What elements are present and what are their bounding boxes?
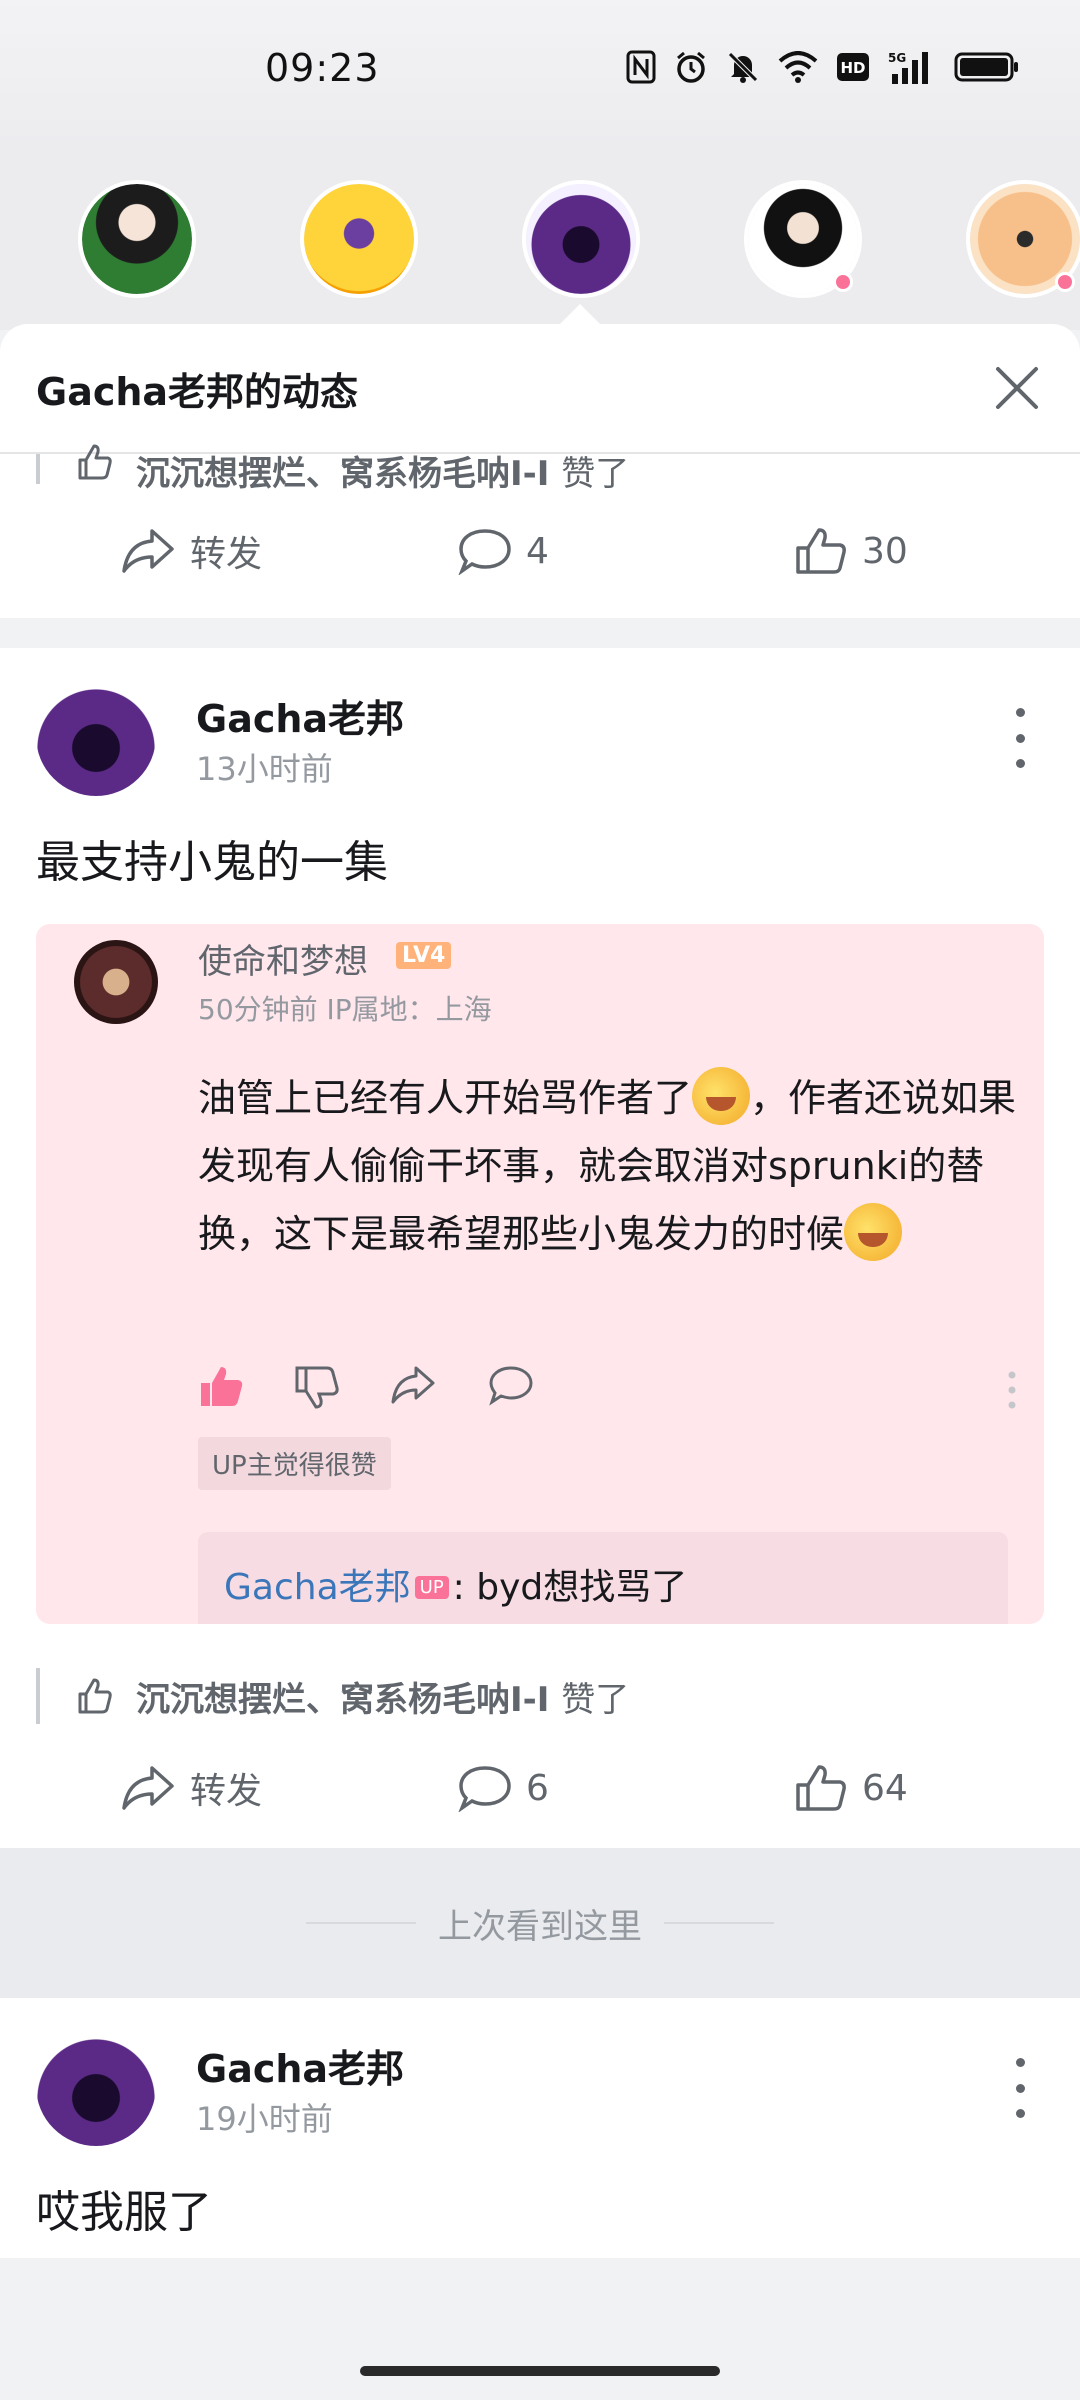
close-button[interactable] [990,361,1044,415]
thumb-up-filled-icon [201,1367,243,1406]
nfc-icon [626,50,656,88]
author-avatar[interactable] [36,676,156,796]
divider-line [306,1922,416,1924]
hd-icon: HD [836,52,870,86]
like-button[interactable]: 30 [794,526,908,576]
svg-text:HD: HD [840,59,865,77]
liked-by-line: 沉沉想摆烂、窝系杨毛呐I-I 赞了 [0,444,1080,494]
comment-icon [458,529,511,575]
following-avatar-2[interactable] [300,180,418,298]
post-time: 19小时前 [196,2100,333,2138]
up-badge: UP [414,1576,449,1599]
liked-by-line: 沉沉想摆烂、窝系杨毛呐I-I 赞了 [0,1664,1080,1728]
more-options-button[interactable] [1010,2058,1030,2118]
comment-button[interactable]: 4 [458,527,549,575]
wifi-icon [778,51,818,87]
post-card[interactable]: Gacha老邦 13小时前 最支持小鬼的一集 使命和梦想 LV4 50分钟前 I… [0,648,1080,1848]
comment-icon [489,1366,533,1406]
divider-line [664,1922,774,1924]
like-button[interactable]: 64 [794,1763,908,1813]
comment-button[interactable]: 6 [458,1764,549,1812]
up-liked-tag: UP主觉得很赞 [198,1437,391,1490]
quoted-comment[interactable]: 使命和梦想 LV4 50分钟前 IP属地：上海 油管上已经有人开始骂作者了 ，作者… [36,924,1044,1624]
emoji-icon [692,1067,751,1125]
last-seen-divider: 上次看到这里 [0,1848,1080,1998]
thumb-up-icon [78,1678,112,1714]
thumb-up-icon [796,528,846,574]
action-row: 转发 4 30 [0,484,1080,618]
commenter-name[interactable]: 使命和梦想 [198,934,368,983]
author-avatar[interactable] [36,2026,156,2146]
following-avatar-1[interactable] [78,180,196,298]
share-icon [122,1766,174,1810]
screen: 09:23 HD 5G Gacha老邦的动态 沉沉想摆烂、窝系杨毛呐I-I 赞了… [0,0,1080,2400]
share-icon [122,529,174,573]
card-gap [0,618,1080,648]
post-text: 哎我服了 [36,2187,212,2238]
comment-body: 油管上已经有人开始骂作者了 ，作者还说如果发现有人偷偷干坏事，就会取消对sprun… [198,1064,1028,1268]
dynamics-panel: Gacha老邦的动态 沉沉想摆烂、窝系杨毛呐I-I 赞了 转发 4 30 Gac… [0,324,1080,2400]
post-card[interactable]: Gacha老邦 19小时前 哎我服了 [0,1998,1080,2258]
following-avatar-3-selected[interactable] [522,180,640,298]
forward-button[interactable]: 转发 [120,525,262,577]
close-icon [996,367,1038,409]
status-icons: HD 5G [626,50,1020,88]
post-text: 最支持小鬼的一集 [36,837,388,888]
comment-reply-button[interactable] [488,1364,534,1410]
comment-actions [198,1364,1018,1424]
thumb-up-icon [78,444,112,480]
mute-icon [726,50,760,88]
comment-dislike-button[interactable] [294,1364,340,1414]
live-indicator-dot [833,272,853,292]
next-content-peek [0,2258,1080,2318]
thumb-up-icon [796,1765,846,1811]
emoji-icon [844,1203,903,1261]
reply-text: : byd想找骂了 [452,1567,688,1608]
last-seen-label: 上次看到这里 [438,1906,642,1947]
comment-icon [458,1766,511,1812]
more-vertical-icon [1008,1371,1016,1409]
more-options-button[interactable] [1010,708,1030,768]
post-header: Gacha老邦 13小时前 [0,648,1080,796]
alarm-icon [674,50,708,88]
share-icon [391,1366,435,1404]
panel-title: Gacha老邦的动态 [36,369,359,414]
comment-more-button[interactable] [1006,1370,1018,1414]
selected-pointer [558,304,602,326]
commenter-avatar[interactable] [74,940,158,1024]
status-time: 09:23 [265,46,380,90]
svg-text:5G: 5G [888,51,906,65]
author-name[interactable]: Gacha老邦 [196,688,404,743]
home-indicator[interactable] [360,2366,720,2376]
post-header: Gacha老邦 19小时前 [0,1998,1080,2146]
reply-preview[interactable]: Gacha老邦 UP: byd想找骂了 [198,1532,1008,1624]
author-name[interactable]: Gacha老邦 [196,2038,404,2093]
thumb-down-icon [295,1366,339,1409]
liked-by-bar [36,1668,40,1724]
comment-share-button[interactable] [390,1364,436,1410]
reply-author[interactable]: Gacha老邦 [224,1567,411,1608]
panel-header: Gacha老邦的动态 [0,324,1080,454]
post-time: 13小时前 [196,750,333,788]
liked-by-text: 沉沉想摆烂、窝系杨毛呐I-I 赞了 [136,454,630,494]
liked-by-bar [36,454,40,484]
forward-button[interactable]: 转发 [120,1762,262,1814]
previous-post-card: 沉沉想摆烂、窝系杨毛呐I-I 赞了 转发 4 30 [0,444,1080,618]
5g-signal-icon: 5G [888,50,936,88]
liked-by-text: 沉沉想摆烂、窝系杨毛呐I-I 赞了 [136,1679,630,1720]
status-bar: 09:23 HD 5G [0,0,1080,150]
action-row: 转发 6 64 [0,1728,1080,1848]
comment-meta: 50分钟前 IP属地：上海 [198,993,492,1026]
live-indicator-dot [1055,272,1075,292]
battery-icon [954,52,1020,86]
level-badge: LV4 [396,942,452,969]
comment-like-button[interactable] [198,1364,244,1414]
following-avatar-row [0,150,1080,330]
